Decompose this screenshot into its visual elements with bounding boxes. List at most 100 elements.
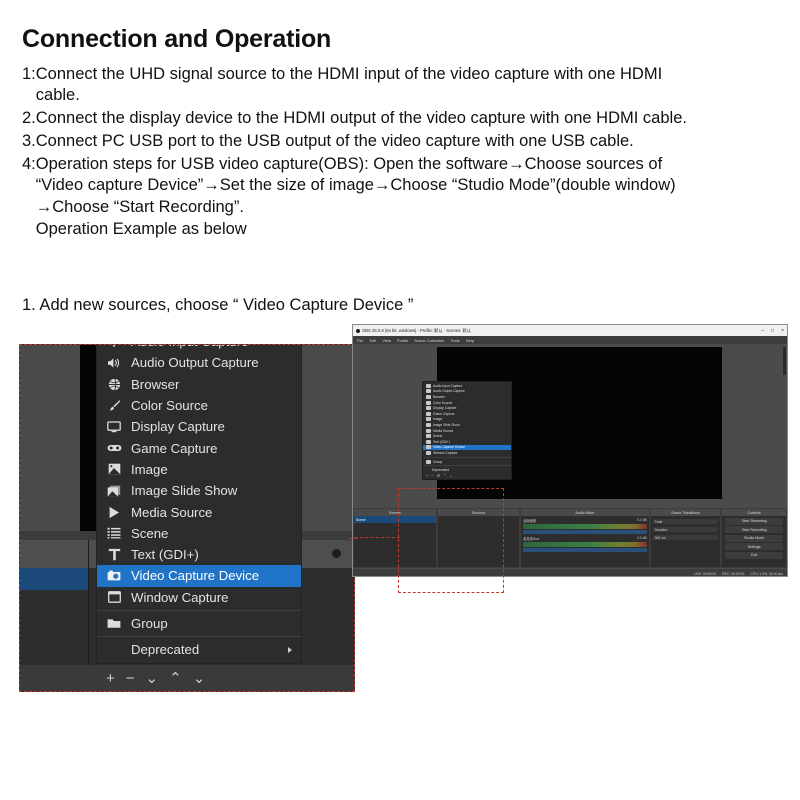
- exit-button[interactable]: Exit: [725, 551, 783, 559]
- mini-menu-item[interactable]: Group: [423, 459, 511, 465]
- example-caption: 1. Add new sources, choose “ Video Captu…: [22, 296, 414, 314]
- remove-source-button[interactable]: −: [126, 671, 135, 686]
- globe-icon: [426, 394, 431, 399]
- maximize-button[interactable]: □: [771, 328, 774, 334]
- menu-item-video-capture-device[interactable]: Video Capture Device: [97, 565, 301, 587]
- step-line: Connect the display device to the HDMI o…: [35, 109, 687, 128]
- move-down-icon[interactable]: ⌄: [450, 473, 453, 478]
- slideshow-icon: [103, 483, 125, 498]
- scene-transitions-title: Scene Transitions: [650, 509, 721, 516]
- play-icon: [103, 505, 125, 520]
- move-up-icon[interactable]: ⌃: [443, 473, 446, 478]
- mini-menu-item-label: Text (GDI+): [433, 439, 450, 444]
- gamepad-icon: [426, 411, 431, 416]
- mini-add-source-menu[interactable]: Audio Input Capture Audio Output Capture…: [423, 382, 511, 479]
- volume-slider[interactable]: [523, 548, 647, 552]
- menu-item-label: Image Slide Show: [131, 483, 238, 499]
- add-source-button[interactable]: +: [106, 671, 115, 686]
- mini-menu-item[interactable]: Window Capture: [423, 450, 511, 456]
- menu-tools[interactable]: Tools: [450, 338, 459, 343]
- menu-edit[interactable]: Edit: [369, 338, 376, 343]
- folder-icon: [426, 459, 431, 464]
- step-line: Connect PC USB port to the USB output of…: [35, 131, 634, 150]
- microphone-icon: [103, 345, 125, 349]
- camera-icon: [426, 445, 431, 450]
- sources-toolbar[interactable]: + − ⌄ ⌃ ⌄: [106, 669, 286, 688]
- step-number: 4:: [22, 154, 36, 173]
- obs-menubar[interactable]: File Edit View Profile Scene Collection …: [353, 336, 787, 344]
- window-icon: [103, 590, 125, 605]
- settings-button[interactable]: Settings: [725, 543, 783, 550]
- menu-divider: [97, 636, 301, 638]
- status-live: LIVE: 00:00:00: [693, 571, 717, 576]
- mixer-channel: 麦克风/Aux 0.0 dB: [523, 536, 647, 552]
- mixer-channel-name: 桌面音频: [523, 519, 536, 523]
- start-streaming-button[interactable]: Start Streaming: [725, 517, 783, 525]
- step-line-cont: →Choose “Start Recording”.: [35, 198, 244, 217]
- menu-item-label: Window Capture: [131, 589, 229, 605]
- mini-sources-toolbar[interactable]: + − ⚙ ⌃ ⌄: [423, 473, 511, 478]
- list-item: 3. Connect PC USB port to the USB output…: [22, 131, 782, 153]
- menu-divider: [97, 609, 301, 611]
- menu-item-window-capture[interactable]: Window Capture: [97, 587, 301, 608]
- menu-item-label: Audio Input Capture: [131, 345, 248, 349]
- menu-item-group[interactable]: Group: [97, 613, 301, 634]
- close-button[interactable]: ×: [781, 328, 784, 334]
- menu-item-label: Image: [131, 461, 168, 477]
- transition-duration-label: Duration: [652, 527, 719, 532]
- start-recording-button[interactable]: Start Recording: [725, 526, 783, 533]
- volume-slider[interactable]: [523, 530, 647, 534]
- studio-mode-button[interactable]: Studio Mode: [725, 534, 783, 542]
- menu-help[interactable]: Help: [466, 338, 474, 343]
- mini-menu-item-label: Scene: [433, 434, 443, 439]
- menu-item-image[interactable]: Image: [97, 459, 301, 480]
- move-source-up-button[interactable]: ⌃: [169, 671, 182, 686]
- scrollbar[interactable]: [783, 347, 786, 375]
- remove-source-button[interactable]: −: [431, 473, 433, 478]
- image-icon: [103, 462, 125, 477]
- step-number: 2.: [22, 109, 36, 128]
- text-icon: [426, 439, 431, 444]
- menu-scene-collection[interactable]: Scene Collection: [414, 338, 444, 343]
- menu-item-scene[interactable]: Scene: [97, 523, 301, 544]
- menu-item-text-gdi[interactable]: Text (GDI+): [97, 544, 301, 565]
- source-properties-button[interactable]: ⌄: [146, 671, 159, 686]
- globe-icon: [103, 377, 125, 392]
- transition-duration-value[interactable]: 300 ms: [652, 535, 719, 540]
- level-meter: [523, 524, 647, 529]
- move-source-down-button[interactable]: ⌄: [193, 671, 206, 686]
- menu-item-label: Deprecated: [131, 642, 200, 658]
- menu-file[interactable]: File: [357, 338, 363, 343]
- menu-item-audio-input-capture[interactable]: Audio Input Capture: [97, 345, 301, 352]
- menu-profile[interactable]: Profile: [397, 338, 408, 343]
- menu-divider: [423, 465, 511, 467]
- mixer-channel-level: 0.0 dB: [637, 536, 647, 540]
- menu-item-audio-output-capture[interactable]: Audio Output Capture: [97, 352, 301, 373]
- menu-item-image-slide-show[interactable]: Image Slide Show: [97, 480, 301, 501]
- menu-divider: [423, 456, 511, 458]
- menu-item-display-capture[interactable]: Display Capture: [97, 416, 301, 437]
- brush-icon: [103, 398, 125, 413]
- gear-icon[interactable]: [332, 549, 341, 558]
- window-icon: [426, 450, 431, 455]
- microphone-icon: [426, 383, 431, 388]
- instruction-list: 1: Connect the UHD signal source to the …: [22, 64, 782, 241]
- menu-item-browser[interactable]: Browser: [97, 374, 301, 395]
- menu-item-game-capture[interactable]: Game Capture: [97, 437, 301, 458]
- add-source-menu[interactable]: Audio Input Capture Audio Output Capture…: [97, 345, 301, 664]
- menu-item-media-source[interactable]: Media Source: [97, 501, 301, 522]
- scenes-selected-row[interactable]: [20, 568, 88, 590]
- menu-item-color-source[interactable]: Color Source: [97, 395, 301, 416]
- mixer-channel: 桌面音频 0.0 dB: [523, 518, 647, 534]
- transition-select[interactable]: Fade: [652, 519, 719, 524]
- add-source-button[interactable]: +: [426, 473, 428, 478]
- mixer-channel-header: 麦克风/Aux 0.0 dB: [523, 536, 646, 541]
- gear-icon[interactable]: ⚙: [437, 473, 441, 478]
- annotation-leader-line: [355, 537, 400, 538]
- minimize-button[interactable]: –: [761, 328, 764, 334]
- menu-view[interactable]: View: [382, 338, 391, 343]
- menu-item-deprecated[interactable]: Deprecated: [97, 639, 301, 660]
- menu-item-label: Game Capture: [131, 440, 218, 456]
- window-controls[interactable]: – □ ×: [761, 325, 784, 336]
- step-line-cont: “Video capture Device”→Set the size of i…: [35, 176, 676, 195]
